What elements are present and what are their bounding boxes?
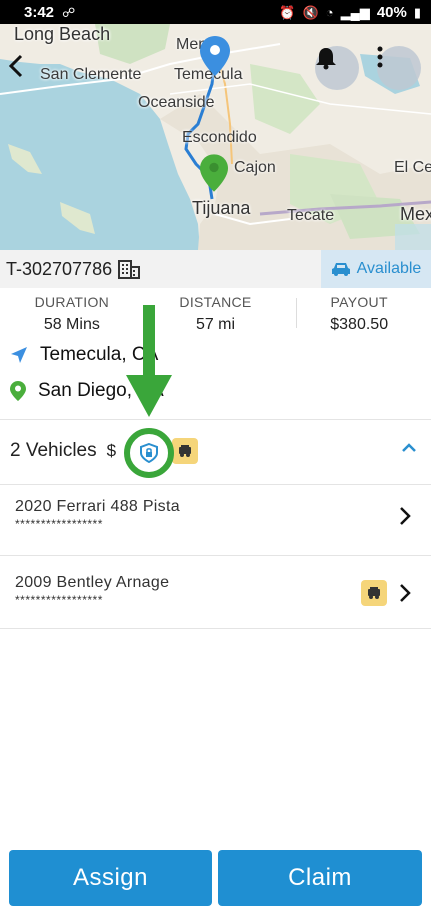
- tow-truck-icon: [172, 438, 198, 464]
- chevron-up-icon: [402, 443, 416, 452]
- battery-percent: 40%: [376, 3, 407, 21]
- vehicle-name: 2009 Bentley Arnage: [15, 574, 170, 591]
- chevron-left-icon: [8, 54, 23, 78]
- divider: [0, 628, 431, 629]
- link-icon: ☍: [62, 4, 76, 20]
- mute-icon: 🔇: [302, 4, 319, 20]
- map-label-long-beach: Long Beach: [14, 24, 111, 44]
- map-label-mexicali: Mex: [400, 204, 431, 224]
- navigation-arrow-icon: [11, 347, 27, 363]
- payout-label: PAYOUT: [330, 294, 388, 310]
- status-bar: 3:42 ☍ ⏰ 🔇 ◔ ▂▄▆ 40% ▮: [0, 0, 431, 24]
- tutorial-arrow-icon: [126, 305, 172, 428]
- status-badge: Available: [321, 250, 431, 288]
- chevron-right-icon: [399, 583, 411, 608]
- vehicle-item[interactable]: 2009 Bentley Arnage *****************: [0, 557, 431, 627]
- building-icon: [118, 260, 141, 279]
- vehicles-count: 2 Vehicles: [10, 440, 97, 461]
- divider: [0, 484, 431, 485]
- chevron-right-icon: [399, 506, 411, 531]
- alarm-icon: ⏰: [279, 4, 296, 20]
- vehicles-price: $: [106, 441, 117, 460]
- map-label-el-centro: El Ce: [394, 159, 431, 176]
- duration-label: DURATION: [34, 294, 110, 310]
- claim-button[interactable]: Claim: [218, 850, 422, 906]
- vehicles-header[interactable]: 2 Vehicles $: [0, 420, 431, 482]
- map-label-tijuana: Tijuana: [192, 198, 251, 218]
- location-pin-icon: [10, 381, 26, 401]
- trip-stats: DURATION 58 Mins DISTANCE 57 mi PAYOUT $…: [0, 290, 431, 340]
- map-label-tecate: Tecate: [287, 207, 335, 224]
- battery-icon: ▮: [413, 4, 421, 20]
- vehicle-item[interactable]: 2020 Ferrari 488 Pista *****************: [0, 486, 431, 556]
- collapse-vehicles-button[interactable]: [401, 440, 417, 458]
- vehicle-vin: *****************: [15, 517, 103, 531]
- trip-id-text: T-302707786: [6, 258, 113, 279]
- more-options-button[interactable]: [377, 46, 421, 90]
- map-label-el-cajon: Cajon: [234, 159, 276, 176]
- signal-icon: ▂▄▆: [340, 4, 370, 20]
- assign-button[interactable]: Assign: [9, 850, 212, 906]
- status-time: 3:42: [24, 3, 55, 21]
- more-vertical-icon: [377, 46, 383, 68]
- bell-icon: [316, 48, 336, 70]
- trip-header: T-302707786 Available: [0, 250, 431, 288]
- car-icon: [331, 263, 350, 276]
- divider: [0, 555, 431, 556]
- duration-value: 58 Mins: [43, 316, 100, 333]
- payout-value: $380.50: [330, 316, 389, 333]
- insurance-shield-button[interactable]: [124, 428, 174, 478]
- notifications-button[interactable]: [315, 46, 359, 90]
- map-label-escondido: Escondido: [182, 129, 257, 146]
- stats-divider: [296, 298, 297, 328]
- tow-truck-icon: [361, 580, 387, 606]
- status-text: Available: [356, 260, 422, 277]
- trip-id: T-302707786: [0, 258, 141, 280]
- vehicle-name: 2020 Ferrari 488 Pista: [15, 498, 180, 515]
- back-button[interactable]: [8, 54, 34, 84]
- stat-duration: DURATION 58 Mins: [0, 290, 144, 340]
- shield-lock-icon: [140, 443, 158, 463]
- vehicle-vin: *****************: [15, 593, 103, 607]
- map-label-oceanside: Oceanside: [138, 94, 215, 111]
- map-label-san-clemente: San Clemente: [40, 66, 142, 83]
- wifi-icon: ◔: [325, 4, 334, 20]
- stat-payout: PAYOUT $380.50: [287, 290, 431, 340]
- route-map[interactable]: Long Beach Menife San Clemente Temecula …: [0, 24, 431, 250]
